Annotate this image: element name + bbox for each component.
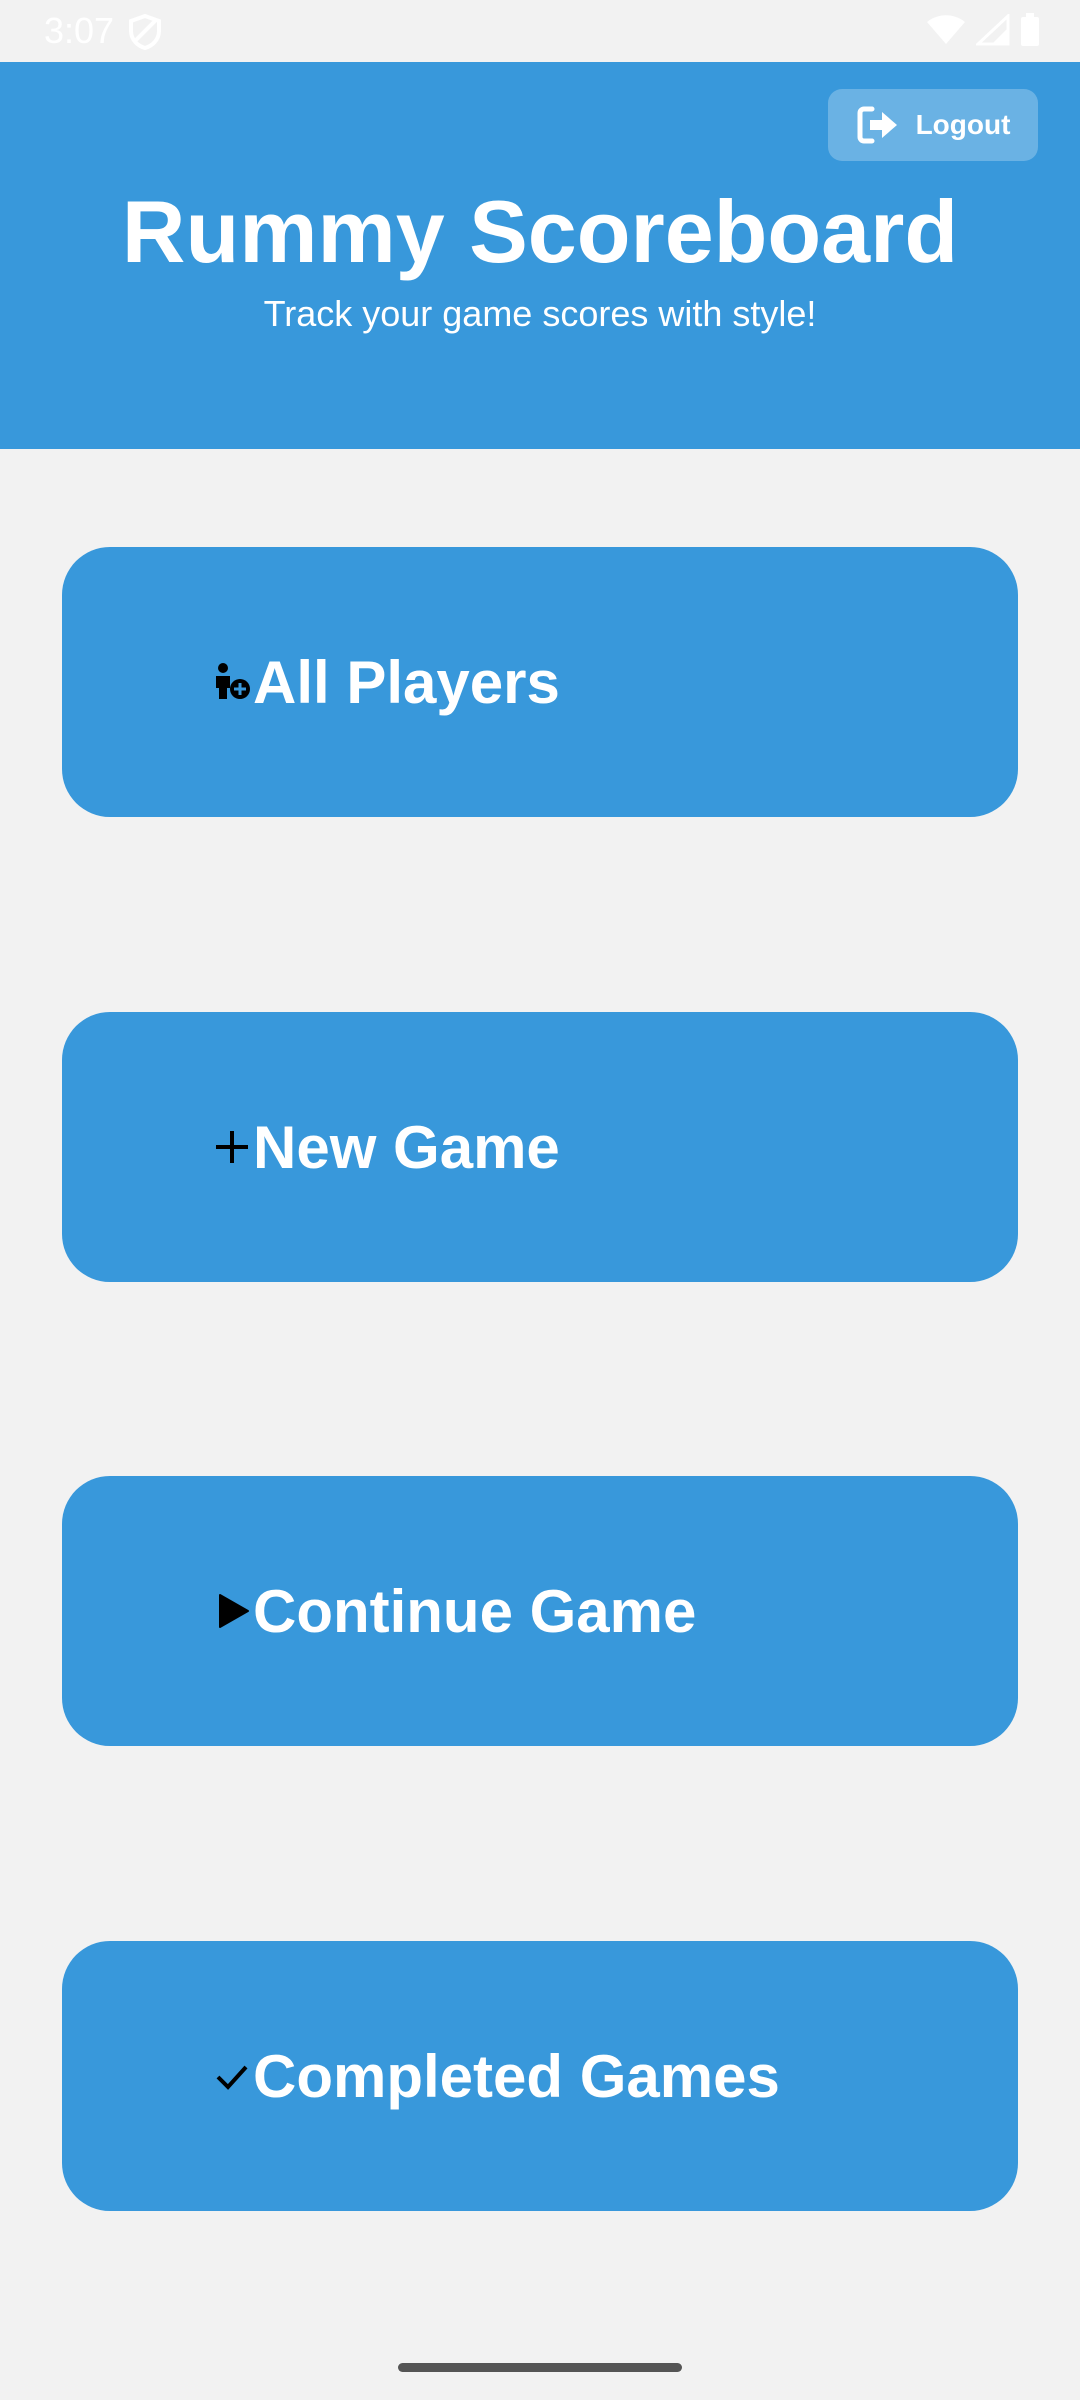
plus-icon <box>212 1127 252 1167</box>
status-icons <box>926 12 1040 52</box>
continue-game-button[interactable]: Continue Game <box>62 1476 1018 1746</box>
all-players-button[interactable]: All Players <box>62 547 1018 817</box>
all-players-label: All Players <box>253 648 560 716</box>
person-add-icon <box>212 662 252 702</box>
home-indicator[interactable] <box>398 2363 682 2372</box>
checkmark-icon <box>212 2056 252 2096</box>
logout-icon <box>856 105 900 145</box>
completed-games-button[interactable]: Completed Games <box>62 1941 1018 2211</box>
wifi-icon <box>926 14 966 51</box>
status-bar: 3:07 <box>0 0 1080 62</box>
new-game-button[interactable]: New Game <box>62 1012 1018 1282</box>
play-icon <box>212 1591 252 1631</box>
new-game-label: New Game <box>253 1113 560 1181</box>
cellular-signal-icon <box>974 12 1010 51</box>
battery-icon <box>1020 12 1040 52</box>
completed-games-label: Completed Games <box>253 2042 780 2110</box>
app-header: Logout Rummy Scoreboard Track your game … <box>0 62 1080 449</box>
status-time: 3:07 <box>44 10 115 51</box>
shield-icon <box>128 13 162 51</box>
page-subtitle: Track your game scores with style! <box>263 293 817 334</box>
logout-button[interactable]: Logout <box>828 89 1038 161</box>
logout-label: Logout <box>915 109 1011 140</box>
continue-game-label: Continue Game <box>253 1577 697 1645</box>
page-title: Rummy Scoreboard <box>121 182 959 281</box>
